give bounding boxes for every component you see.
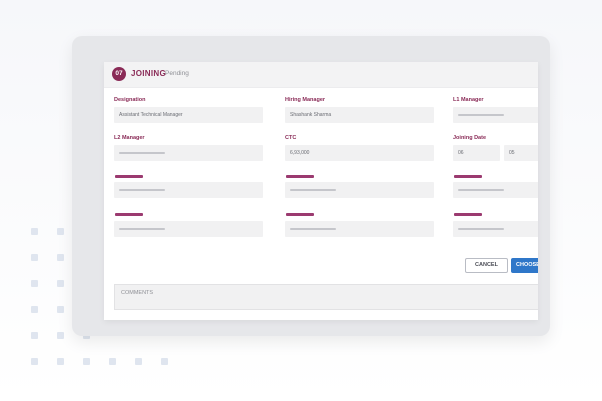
field-label-placeholder — [286, 213, 314, 216]
form-field[interactable] — [453, 221, 538, 237]
background-dot — [57, 228, 64, 235]
background-dot — [31, 228, 38, 235]
designation-label: Designation — [114, 97, 146, 103]
hiring-manager-field[interactable]: Shashank Sharma — [285, 107, 434, 123]
background-dot — [135, 358, 142, 365]
step-header: 07 JOINING Pending — [104, 62, 538, 88]
l2-manager-field[interactable] — [114, 145, 263, 161]
joining-date-label: Joining Date — [453, 135, 487, 141]
field-label-placeholder — [286, 175, 314, 178]
field-placeholder — [119, 228, 165, 230]
field-placeholder — [458, 228, 504, 230]
background-dot — [57, 358, 64, 365]
background-dot — [109, 358, 116, 365]
background-dot — [161, 358, 168, 365]
hiring-manager-label: Hiring Manager — [285, 97, 326, 103]
background-dot — [31, 280, 38, 287]
l1-manager-placeholder — [458, 114, 504, 116]
background-dot — [31, 332, 38, 339]
field-label-placeholder — [454, 213, 482, 216]
comments-field[interactable]: COMMENTS — [114, 284, 538, 310]
l1-manager-label: L1 Manager — [453, 97, 484, 103]
l2-manager-label: L2 Manager — [114, 135, 145, 141]
background-dot — [31, 358, 38, 365]
step-status: Pending — [165, 70, 189, 77]
background-dot — [83, 358, 90, 365]
choose-button[interactable]: CHOOSE — [511, 258, 538, 273]
ctc-field[interactable]: 6,93,000 — [285, 145, 434, 161]
field-label-placeholder — [115, 175, 143, 178]
form-field[interactable] — [114, 182, 263, 198]
field-label-placeholder — [454, 175, 482, 178]
field-placeholder — [119, 189, 165, 191]
background-dot — [57, 306, 64, 313]
field-placeholder — [290, 228, 336, 230]
background-dot — [57, 254, 64, 261]
cancel-button[interactable]: CANCEL — [465, 258, 508, 273]
form-field[interactable] — [285, 182, 434, 198]
field-placeholder — [458, 189, 504, 191]
l2-manager-placeholder — [119, 152, 165, 154]
field-placeholder — [290, 189, 336, 191]
joining-date-day-field[interactable]: 06 — [453, 145, 500, 161]
ctc-label: CTC — [285, 135, 297, 141]
background-dot — [57, 280, 64, 287]
form-field[interactable] — [285, 221, 434, 237]
step-title: JOINING — [131, 69, 166, 78]
joining-form-panel: 07 JOINING Pending Designation Assistant… — [104, 62, 538, 320]
field-label-placeholder — [115, 213, 143, 216]
form-field[interactable] — [453, 182, 538, 198]
l1-manager-field[interactable] — [453, 107, 538, 123]
joining-date-month-field[interactable]: 05 — [504, 145, 538, 161]
background-dot — [57, 332, 64, 339]
background-dot — [31, 306, 38, 313]
background-dot — [31, 254, 38, 261]
designation-field[interactable]: Assistant Technical Manager — [114, 107, 263, 123]
form-field[interactable] — [114, 221, 263, 237]
step-number-badge: 07 — [112, 67, 126, 81]
